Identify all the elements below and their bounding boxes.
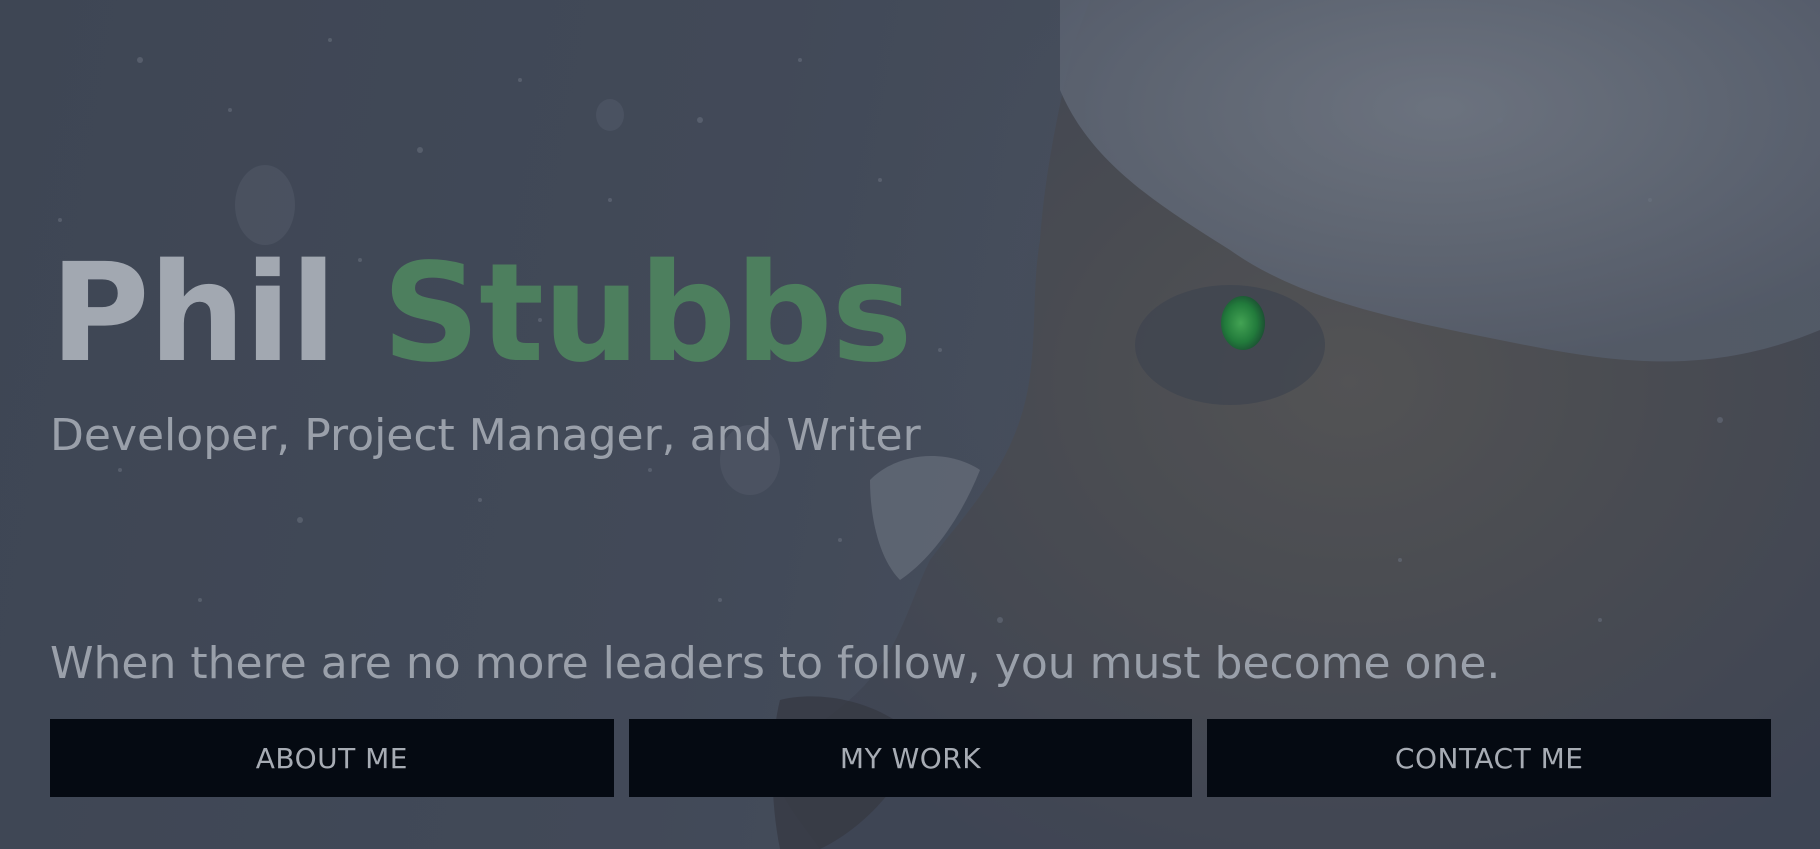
last-name: Stubbs [382, 235, 912, 393]
nav-buttons: ABOUT ME MY WORK CONTACT ME [50, 719, 1772, 797]
my-work-button[interactable]: MY WORK [628, 719, 1193, 797]
hero-section: Phil Stubbs Developer, Project Manager, … [0, 0, 1820, 849]
hero-content: Phil Stubbs Developer, Project Manager, … [0, 0, 1820, 849]
first-name: Phil [50, 235, 337, 393]
contact-me-button[interactable]: CONTACT ME [1207, 719, 1772, 797]
page-title: Phil Stubbs [50, 235, 913, 393]
quote: When there are no more leaders to follow… [50, 638, 1501, 689]
about-me-button[interactable]: ABOUT ME [50, 719, 614, 797]
tagline: Developer, Project Manager, and Writer [50, 410, 921, 461]
